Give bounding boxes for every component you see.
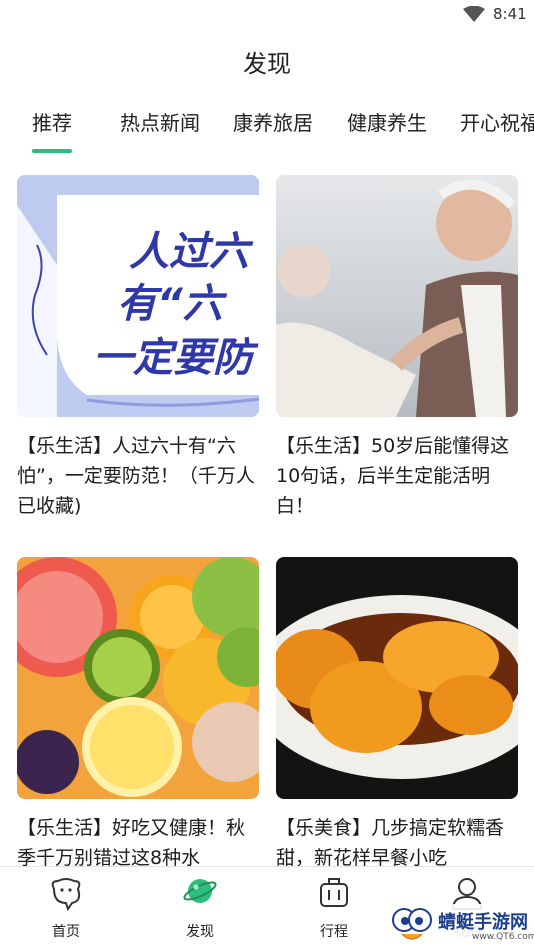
card-title: 【乐美食】几步搞定软糯香甜，新花样早餐小吃 [276,817,505,869]
card-title: 【乐生活】好吃又健康！秋季千万别错过这8种水 [17,817,246,869]
tab-blessings[interactable]: 开心祝福 [460,110,534,150]
wifi-icon [463,6,485,22]
nav-label: 首页 [52,924,80,940]
tab-label: 推荐 [32,111,72,135]
nav-label: 发现 [186,924,214,940]
card-thumbnail [276,175,518,417]
nav-label: 行程 [320,924,348,940]
status-time: 8:41 [493,5,527,23]
status-bar: 8:41 [0,0,534,30]
tab-label: 康养旅居 [233,111,313,135]
nav-itinerary[interactable]: 行程 [299,875,369,941]
card-thumbnail [276,557,518,799]
card-thumbnail: 人过六 有“六 一定要防 [17,175,259,417]
feed-card[interactable]: 【乐生活】好吃又健康！秋季千万别错过这8种水 [17,557,259,873]
tab-label: 热点新闻 [120,111,200,135]
thumbnail-text-line-3: 一定要防 [93,335,253,381]
watermark: 蜻蜓手游网 www.QT6.com [386,904,534,949]
nav-discover[interactable]: 发现 [165,875,235,941]
dragonfly-logo-icon [392,908,432,940]
luggage-icon [320,878,348,907]
feed-card[interactable]: 【乐美食】几步搞定软糯香甜，新花样早餐小吃 [276,557,518,873]
nav-home[interactable]: 首页 [31,875,101,941]
planet-icon [183,879,217,903]
page-title: 发现 [243,50,291,78]
category-tabs: 推荐 热点新闻 康养旅居 健康养生 开心祝福 [0,110,534,158]
thumbnail-text-line-1: 人过六 [129,229,249,275]
watermark-text: 蜻蜓手游网 [438,912,528,933]
feed-card[interactable]: 人过六 有“六 一定要防 【乐生活】人过六十有“六怕”，一定要防范！（千万人已收… [17,175,259,521]
tab-hot-news[interactable]: 热点新闻 [120,110,200,150]
tab-health[interactable]: 健康养生 [347,110,427,150]
feed-card[interactable]: 【乐生活】50岁后能懂得这10句话，后半生定能活明白！ [276,175,518,521]
card-title: 【乐生活】50岁后能懂得这10句话，后半生定能活明白！ [276,435,510,517]
tab-label: 开心祝福 [460,111,534,135]
tab-label: 健康养生 [347,111,427,135]
thumbnail-text-line-2: 有“六 [117,281,223,327]
tab-wellness-travel[interactable]: 康养旅居 [233,110,313,150]
tab-recommend[interactable]: 推荐 [32,110,72,153]
watermark-url: www.QT6.com [472,932,534,942]
card-thumbnail [17,557,259,799]
card-title: 【乐生活】人过六十有“六怕”，一定要防范！（千万人已收藏) [17,435,255,517]
active-tab-indicator [32,149,72,153]
elephant-icon [51,878,81,912]
